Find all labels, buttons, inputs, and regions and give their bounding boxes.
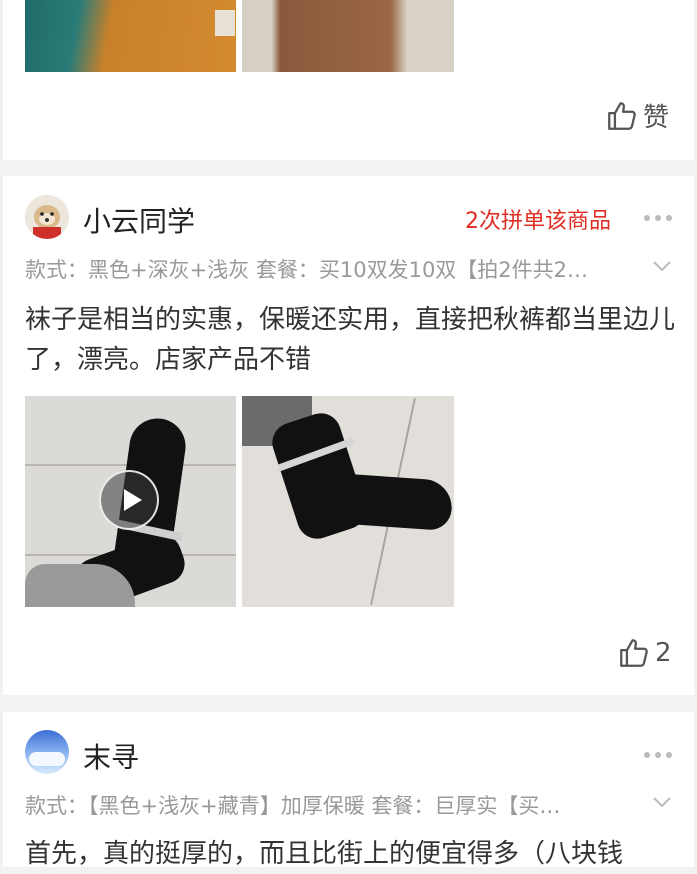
review-photo[interactable] bbox=[242, 396, 454, 607]
chevron-down-icon[interactable] bbox=[651, 258, 673, 274]
dog-avatar-image bbox=[25, 195, 69, 239]
product-spec: 款式：黑色+深灰+浅灰 套餐：买10双发10双【拍2件共2… bbox=[25, 258, 589, 282]
review-card-top: 赞 bbox=[3, 0, 694, 160]
like-button[interactable]: 2 bbox=[617, 636, 672, 670]
play-icon[interactable] bbox=[99, 470, 159, 530]
repeat-purchase-badge: 2次拼单该商品 bbox=[465, 209, 611, 234]
review-text: 首先，真的挺厚的，而且比街上的便宜得多（八块钱 bbox=[25, 839, 624, 869]
like-count: 2 bbox=[655, 638, 672, 668]
like-label: 赞 bbox=[643, 103, 670, 133]
more-dots-icon[interactable] bbox=[644, 752, 672, 758]
username[interactable]: 末寻 bbox=[83, 736, 139, 776]
review-card: 小云同学 2次拼单该商品 款式：黑色+深灰+浅灰 套餐：买10双发10双【拍2件… bbox=[3, 176, 694, 695]
chevron-down-icon[interactable] bbox=[651, 794, 673, 810]
avatar[interactable] bbox=[25, 195, 69, 239]
review-photo-brown-sock[interactable] bbox=[242, 0, 454, 72]
like-button-top[interactable]: 赞 bbox=[605, 97, 669, 134]
username[interactable]: 小云同学 bbox=[83, 200, 195, 240]
review-photo-orange-sock[interactable] bbox=[25, 0, 236, 72]
review-video-thumbnail[interactable] bbox=[25, 396, 236, 607]
more-dots-icon[interactable] bbox=[644, 215, 672, 221]
review-text: 袜子是相当的实惠，保暖还实用，直接把秋裤都当里边儿了，漂亮。店家产品不错 bbox=[25, 305, 676, 375]
thumbs-up-icon bbox=[608, 101, 636, 130]
avatar[interactable] bbox=[25, 730, 69, 774]
product-spec: 款式：【黑色+浅灰+藏青】加厚保暖 套餐：巨厚实【买… bbox=[25, 794, 561, 818]
review-card: 末寻 款式：【黑色+浅灰+藏青】加厚保暖 套餐：巨厚实【买… 首先，真的挺厚的，… bbox=[3, 712, 694, 869]
thumbs-up-icon bbox=[620, 639, 648, 667]
